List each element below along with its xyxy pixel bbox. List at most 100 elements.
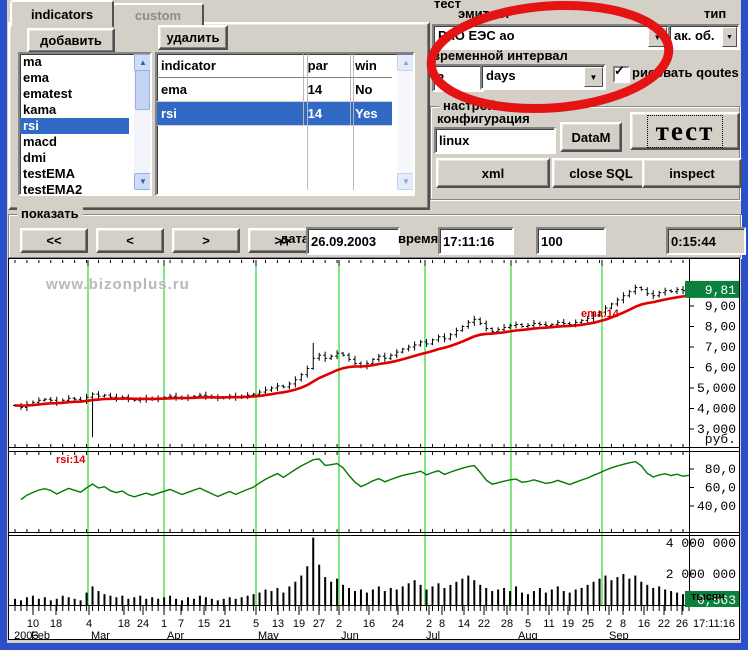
svg-text:21: 21: [219, 618, 231, 630]
list-item[interactable]: testEMA2: [20, 182, 129, 196]
list-item[interactable]: kama: [20, 102, 129, 118]
nav-next-button[interactable]: >: [172, 228, 240, 253]
svg-text:8,00: 8,00: [705, 320, 736, 335]
svg-text:28: 28: [501, 618, 513, 630]
datam-button[interactable]: DataM: [560, 122, 622, 152]
nav-prev-button[interactable]: <: [96, 228, 164, 253]
svg-text:27: 27: [313, 618, 325, 630]
scrollbar-thumb[interactable]: [135, 70, 150, 110]
show-group-label: показать: [17, 207, 83, 221]
test-group-label: тест: [434, 0, 461, 11]
rsi-label: rsi:14: [56, 454, 86, 466]
table-row[interactable]: rsi14Yes: [157, 102, 392, 126]
test-button[interactable]: тест: [630, 112, 740, 150]
window-frame-left: [0, 0, 7, 650]
issuer-label: эмитент: [458, 6, 510, 21]
date-value: 26.09.2003: [311, 234, 376, 249]
indicator-list-items: maemaematestkamarsimacddmitestEMAtestEMA…: [20, 54, 129, 196]
list-item[interactable]: testEMA: [20, 166, 129, 182]
scroll-down-icon[interactable]: ▼: [397, 173, 415, 190]
time-input[interactable]: 17:11:16: [438, 227, 514, 255]
date-axis-labels: 1018418241715215131927216242814222851119…: [14, 618, 735, 639]
svg-text:Jul: Jul: [426, 630, 440, 639]
svg-text:2: 2: [426, 618, 432, 630]
svg-text:6,00: 6,00: [705, 361, 736, 376]
list-item[interactable]: rsi: [20, 118, 129, 134]
chevron-down-icon[interactable]: ▼: [648, 27, 667, 47]
svg-text:Mar: Mar: [91, 630, 110, 639]
interval-input[interactable]: 2: [432, 64, 484, 92]
current-price-box: 9,81: [685, 281, 739, 298]
chart-canvas[interactable]: www.bizonplus.ruema:14rsi:149,008,007,00…: [9, 259, 739, 639]
svg-text:10: 10: [27, 618, 39, 630]
table-cell: 14: [304, 78, 352, 101]
svg-text:4,000: 4,000: [697, 402, 736, 417]
col-indicator: indicator: [157, 54, 304, 77]
list-item[interactable]: dmi: [20, 150, 129, 166]
remove-indicator-button[interactable]: удалить: [158, 25, 228, 50]
test-button-label: тест: [648, 116, 723, 147]
nav-first-button[interactable]: <<: [20, 228, 88, 253]
table-cell: Yes: [351, 102, 392, 125]
table-header-row: indicator par win: [157, 54, 392, 78]
svg-text:4 000 000: 4 000 000: [666, 536, 736, 551]
table-cell: No: [351, 78, 392, 101]
tab-custom[interactable]: custom: [112, 3, 204, 27]
issuer-value: РАО ЕЭС ао: [438, 28, 515, 43]
add-indicator-button[interactable]: добавить: [27, 28, 115, 53]
table-row[interactable]: ema14No: [157, 78, 392, 102]
indicator-list-scrollbar[interactable]: ▲ ▼: [134, 54, 150, 190]
interval-unit-combobox[interactable]: days ▼: [480, 64, 606, 90]
config-input[interactable]: linux: [434, 127, 556, 154]
close-sql-label: close SQL: [569, 166, 633, 181]
current-volume-box: 0,563тысяч: [685, 591, 739, 608]
svg-text:13: 13: [272, 618, 284, 630]
xml-button[interactable]: xml: [436, 158, 550, 188]
table-scrollbar[interactable]: ▲ ▼: [397, 54, 413, 190]
issuer-combobox[interactable]: РАО ЕЭС ао ▼: [432, 24, 670, 50]
close-sql-button[interactable]: close SQL: [552, 158, 650, 188]
elapsed-value: 0:15:44: [671, 234, 716, 249]
interval-label: временной интервал: [432, 48, 568, 63]
indicator-listbox[interactable]: maemaematestkamarsimacddmitestEMAtestEMA…: [18, 52, 152, 196]
list-item[interactable]: ematest: [20, 86, 129, 102]
volume-unit-label: тысяч: [691, 591, 725, 603]
scroll-down-icon[interactable]: ▼: [134, 173, 152, 190]
svg-text:26: 26: [676, 618, 688, 630]
inspect-button[interactable]: inspect: [642, 158, 742, 188]
svg-text:Apr: Apr: [167, 630, 184, 639]
svg-text:Jun: Jun: [341, 630, 359, 639]
price-unit-label: руб.: [705, 432, 736, 447]
svg-text:9,00: 9,00: [705, 299, 736, 314]
datam-label: DataM: [571, 130, 610, 145]
scroll-up-icon[interactable]: ▲: [397, 54, 415, 71]
svg-text:16: 16: [638, 618, 650, 630]
draw-quotes-checkbox[interactable]: ✓: [613, 66, 630, 83]
type-label: тип: [704, 6, 726, 21]
add-indicator-label: добавить: [40, 33, 102, 48]
table-cell: ema: [157, 78, 304, 101]
tab-indicators[interactable]: indicators: [10, 0, 114, 28]
chevron-down-icon[interactable]: ▼: [584, 67, 603, 87]
svg-text:May: May: [258, 630, 279, 639]
svg-text:22: 22: [478, 618, 490, 630]
list-item[interactable]: ema: [20, 70, 129, 86]
svg-text:2 000 000: 2 000 000: [666, 567, 736, 582]
svg-text:14: 14: [458, 618, 470, 630]
indicator-table[interactable]: indicator par win ema14Norsi14Yes ▲ ▼: [155, 52, 415, 196]
date-input[interactable]: 26.09.2003: [306, 227, 400, 255]
count-input[interactable]: 100: [536, 227, 606, 255]
config-label: конфигурация: [437, 111, 530, 126]
window-frame-right: [741, 0, 748, 650]
month-gridlines: [88, 260, 602, 605]
xml-label: xml: [482, 166, 504, 181]
chevron-down-icon[interactable]: ▼: [722, 27, 737, 47]
svg-text:40,00: 40,00: [697, 499, 736, 514]
scroll-up-icon[interactable]: ▲: [134, 54, 152, 71]
list-item[interactable]: ma: [20, 54, 129, 70]
axis-labels: 9,008,007,006,005,0004,0003,000руб.80,06…: [666, 299, 736, 582]
type-combobox[interactable]: ак. об. ▼: [668, 24, 740, 50]
svg-text:Feb: Feb: [31, 630, 50, 639]
svg-text:Sep: Sep: [609, 630, 629, 639]
list-item[interactable]: macd: [20, 134, 129, 150]
